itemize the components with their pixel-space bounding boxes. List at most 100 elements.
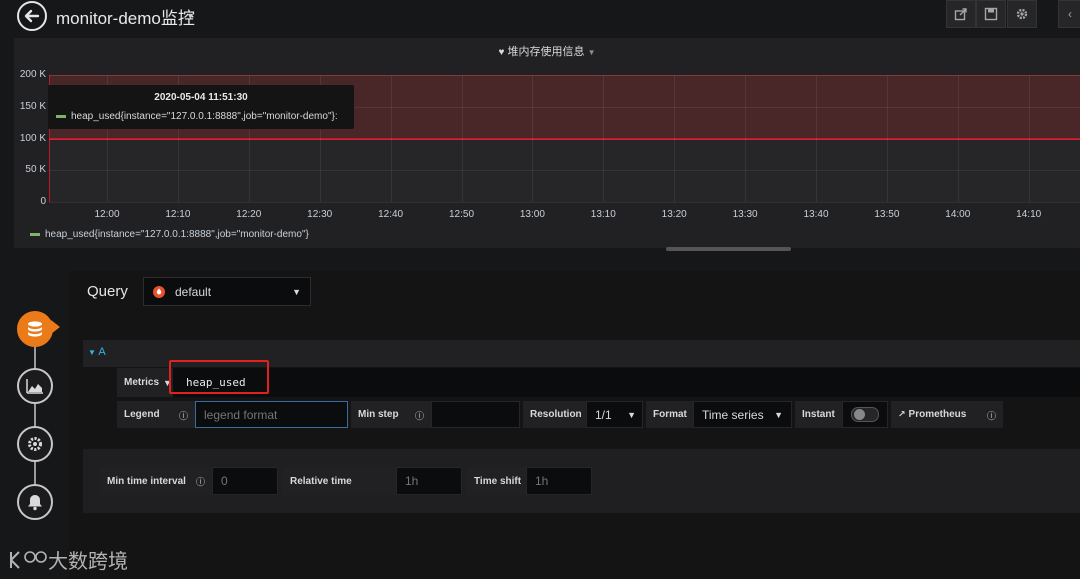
prometheus-help[interactable]: ↗ Prometheus ⓘ <box>891 401 1003 428</box>
x-tick-label: 14:00 <box>945 209 971 220</box>
tooltip-row: heap_used{instance="127.0.0.1:8888",job=… <box>56 111 338 122</box>
x-tick-label: 13:30 <box>732 209 758 220</box>
legend-field-label-text: Legend <box>124 409 160 420</box>
grid-line-v <box>461 75 463 202</box>
rail-alert-button[interactable] <box>17 484 53 520</box>
grid-line-v <box>957 75 959 202</box>
save-icon <box>984 7 998 21</box>
caret-down-icon[interactable]: ▼ <box>186 11 195 21</box>
min-interval-label-text: Min time interval <box>107 475 186 487</box>
graph-tooltip: 2020-05-04 11:51:30 heap_used{instance="… <box>48 85 354 129</box>
graph-legend[interactable]: heap_used{instance="127.0.0.1:8888",job=… <box>30 229 309 240</box>
metrics-label-text: Metrics <box>124 377 160 388</box>
save-button[interactable] <box>976 0 1006 28</box>
grid-line-h <box>49 202 1080 203</box>
x-tick-label: 12:40 <box>378 209 404 220</box>
heart-icon: ♥ <box>498 47 505 58</box>
metrics-label: Metrics ▼ <box>117 368 173 397</box>
relative-time-label: Relative time <box>283 467 396 495</box>
arrow-left-icon <box>24 9 40 23</box>
grid-line-v <box>603 75 605 202</box>
x-tick-label: 13:50 <box>874 209 900 220</box>
info-icon[interactable]: ⓘ <box>196 475 205 488</box>
time-shift-label: Time shift <box>467 467 526 495</box>
datasource-value: default <box>175 284 212 299</box>
horizontal-scrollbar[interactable] <box>666 247 791 251</box>
info-icon[interactable]: ⓘ <box>179 409 188 422</box>
watermark-text: 大数跨境 <box>48 551 128 573</box>
caret-down-icon: ▼ <box>292 286 301 297</box>
grid-line-v <box>745 75 747 202</box>
x-tick-label: 13:10 <box>590 209 616 220</box>
grid-line-v <box>532 75 534 202</box>
caret-down-icon: ▼ <box>627 409 636 420</box>
x-tick-label: 12:20 <box>236 209 262 220</box>
grid-line-h <box>49 170 1080 172</box>
query-row-name: A <box>98 346 106 358</box>
grid-line-v <box>1028 75 1030 202</box>
instant-label: Instant <box>795 401 842 428</box>
rail-general-button[interactable] <box>17 426 53 462</box>
min-step-label-text: Min step <box>358 409 399 420</box>
instant-toggle-container <box>842 401 888 428</box>
query-row-toggle[interactable]: ▼ A <box>88 346 106 358</box>
y-tick-label: 0 <box>40 196 46 207</box>
series-swatch <box>56 115 66 118</box>
x-tick-label: 12:30 <box>307 209 333 220</box>
info-icon[interactable]: ⓘ <box>415 409 424 422</box>
tooltip-time: 2020-05-04 11:51:30 <box>154 92 248 103</box>
resolution-select[interactable]: 1/1 ▼ <box>586 401 643 428</box>
format-select[interactable]: Time series ▼ <box>693 401 792 428</box>
x-tick-label: 13:40 <box>803 209 829 220</box>
panel-title-text: 堆内存使用信息 <box>507 46 585 58</box>
back-button[interactable] <box>17 1 47 31</box>
watermark-logo: 大数跨境 <box>8 545 128 574</box>
dashboard-title[interactable]: monitor-demo监控 <box>56 4 195 29</box>
prometheus-link-text: Prometheus <box>908 409 967 420</box>
resolution-label: Resolution <box>523 401 586 428</box>
legend-field-label: Legend ⓘ <box>117 401 195 428</box>
rail-visualization-button[interactable] <box>17 368 53 404</box>
metrics-input-container <box>173 368 1080 397</box>
resolution-value: 1/1 <box>595 407 612 422</box>
caret-down-icon: ▼ <box>88 348 96 357</box>
x-tick-label: 13:00 <box>519 209 545 220</box>
grid-line-v <box>886 75 888 202</box>
instant-toggle[interactable] <box>851 407 879 422</box>
min-step-input[interactable] <box>431 401 520 428</box>
info-icon[interactable]: ⓘ <box>987 409 996 422</box>
prometheus-logo-icon <box>153 285 165 298</box>
external-link-icon: ↗ <box>898 409 906 419</box>
x-tick-label: 12:00 <box>94 209 120 220</box>
graph-panel: ♥ 堆内存使用信息 ▼ 0 50 K 100 K 150 K 200 K 12:00 12… <box>14 38 1080 251</box>
red-annotation-box <box>169 360 269 394</box>
y-tick-label: 100 K <box>19 132 46 144</box>
rail-queries-button[interactable] <box>17 311 53 347</box>
legend-label: heap_used{instance="127.0.0.1:8888",job=… <box>45 229 309 240</box>
rail-connector <box>34 330 36 505</box>
gear-icon <box>1016 8 1028 20</box>
min-step-label: Min step ⓘ <box>351 401 431 428</box>
collapse-button[interactable]: ‹ <box>1058 0 1080 28</box>
settings-button[interactable] <box>1007 0 1037 28</box>
datasource-select[interactable]: default ▼ <box>143 277 311 306</box>
grid-line-v <box>674 75 676 202</box>
format-value: Time series <box>702 407 764 422</box>
gear-icon <box>28 437 42 451</box>
caret-down-icon: ▼ <box>587 48 596 57</box>
y-tick-label: 200 K <box>19 69 46 80</box>
y-tick-label: 50 K <box>25 164 46 176</box>
share-button[interactable] <box>946 0 976 28</box>
time-shift-input[interactable] <box>526 467 592 495</box>
database-icon <box>28 321 42 337</box>
panel-title[interactable]: ♥ 堆内存使用信息 ▼ <box>14 43 1080 59</box>
y-tick-label: 150 K <box>19 100 46 112</box>
min-interval-input[interactable] <box>212 467 278 495</box>
legend-format-input[interactable] <box>195 401 348 428</box>
watermark-icon <box>10 550 47 569</box>
area-chart-icon <box>26 379 43 394</box>
active-pointer <box>51 320 60 334</box>
grid-line-v <box>816 75 817 202</box>
min-interval-label: Min time interval ⓘ <box>100 467 212 495</box>
relative-time-input[interactable] <box>396 467 462 495</box>
